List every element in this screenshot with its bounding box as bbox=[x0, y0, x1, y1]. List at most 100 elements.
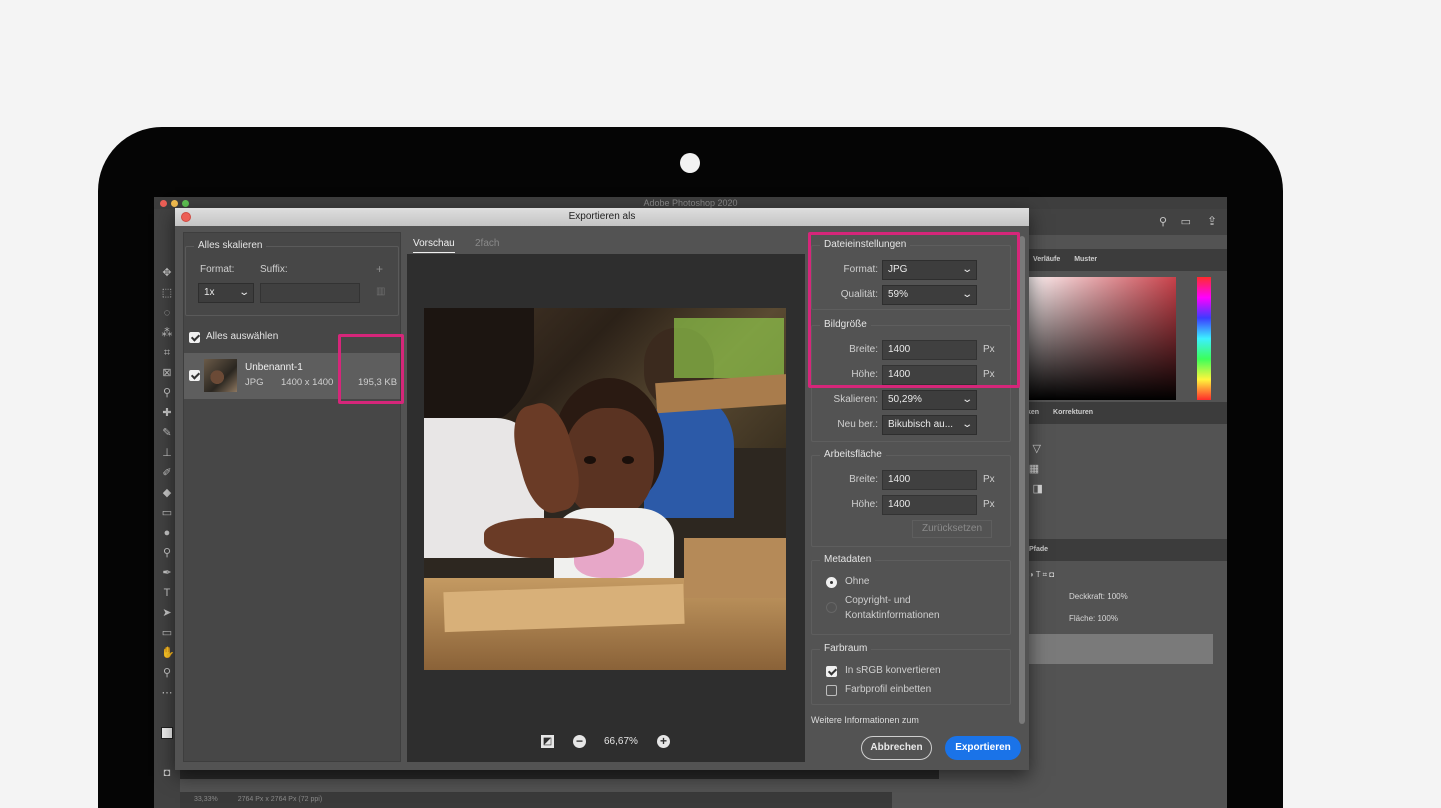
ps-zoom-dot[interactable] bbox=[182, 200, 189, 207]
image-size-legend: Bildgröße bbox=[820, 319, 871, 331]
ps-app-title: Adobe Photoshop 2020 bbox=[643, 198, 738, 208]
crop-tool-icon[interactable]: ⌗ bbox=[161, 347, 173, 359]
ps-minimize-dot[interactable] bbox=[171, 200, 178, 207]
ps-tab-paths[interactable]: Pfade bbox=[1029, 546, 1048, 553]
canvas-height-input[interactable]: 1400 bbox=[882, 495, 977, 515]
metadata-copyright-label-line2: Kontaktinformationen bbox=[845, 610, 940, 621]
metadata-none-radio[interactable] bbox=[826, 577, 837, 588]
pen-tool-icon[interactable]: ✒ bbox=[161, 567, 173, 579]
eraser-tool-icon[interactable]: ◆ bbox=[161, 487, 173, 499]
blur-tool-icon[interactable]: ● bbox=[161, 527, 173, 539]
ps-opacity-label: Deckkraft: bbox=[1069, 592, 1106, 601]
asset-dimensions: 1400 x 1400 bbox=[281, 377, 334, 388]
ps-share-icon[interactable]: ⇪ bbox=[1207, 214, 1217, 228]
stamp-tool-icon[interactable]: ⊥ bbox=[161, 447, 173, 459]
canvas-height-label: Höhe: bbox=[851, 499, 878, 510]
add-scale-icon[interactable]: + bbox=[376, 262, 383, 276]
ps-tab-adjustments[interactable]: Korrekturen bbox=[1053, 409, 1093, 416]
select-all-checkbox[interactable] bbox=[189, 332, 200, 343]
foreground-color-swatch[interactable] bbox=[161, 727, 173, 739]
dodge-tool-icon[interactable]: ⚲ bbox=[161, 547, 173, 559]
toggle-background-icon[interactable]: ◩ bbox=[541, 735, 554, 748]
quick-select-tool-icon[interactable]: ⁂ bbox=[161, 327, 173, 339]
quick-mask-icon[interactable]: ◘ bbox=[161, 767, 173, 779]
image-width-input[interactable]: 1400 bbox=[882, 340, 977, 360]
canvas-size-legend: Arbeitsfläche bbox=[820, 449, 886, 461]
export-dialog: Exportieren als Alles skalieren Format: … bbox=[175, 208, 1029, 770]
zoom-controls: ◩ − 66,67% + bbox=[407, 732, 805, 752]
shape-tool-icon[interactable]: ▭ bbox=[161, 627, 173, 639]
image-width-unit: Px bbox=[983, 344, 995, 355]
ps-opacity-value[interactable]: 100% bbox=[1107, 592, 1127, 601]
lasso-tool-icon[interactable]: ◌ bbox=[161, 307, 173, 319]
metadata-copyright-radio[interactable] bbox=[826, 602, 837, 613]
zoom-tool-icon[interactable]: ⚲ bbox=[161, 667, 173, 679]
suffix-input[interactable] bbox=[260, 283, 360, 303]
preview-image bbox=[424, 308, 786, 670]
dialog-titlebar: Exportieren als bbox=[175, 208, 1029, 226]
resample-select[interactable]: Bikubisch au... ⌄ bbox=[882, 415, 977, 435]
file-settings-legend: Dateieinstellungen bbox=[820, 239, 911, 251]
ps-search-icon[interactable]: ⚲ bbox=[1159, 215, 1167, 228]
ps-tab-patterns[interactable]: Muster bbox=[1074, 256, 1097, 263]
more-tools-icon[interactable]: ⋯ bbox=[161, 687, 173, 699]
canvas-width-input[interactable]: 1400 bbox=[882, 470, 977, 490]
hand-tool-icon[interactable]: ✋ bbox=[161, 647, 175, 659]
srgb-checkbox[interactable] bbox=[826, 666, 837, 677]
dialog-title: Exportieren als bbox=[568, 211, 636, 222]
zoom-level: 66,67% bbox=[604, 736, 638, 747]
image-height-input[interactable]: 1400 bbox=[882, 365, 977, 385]
healing-tool-icon[interactable]: ✚ bbox=[161, 407, 173, 419]
format-select[interactable]: JPG ⌄ bbox=[882, 260, 977, 280]
scale-select-value: 1x bbox=[204, 287, 215, 298]
chevron-down-icon: ⌄ bbox=[960, 419, 973, 430]
settings-scrollbar-thumb[interactable] bbox=[1019, 236, 1025, 724]
reset-button[interactable]: Zurücksetzen bbox=[912, 520, 992, 538]
move-tool-icon[interactable]: ✥ bbox=[161, 267, 173, 279]
ps-close-dot[interactable] bbox=[160, 200, 167, 207]
metadata-copyright-label-line1: Copyright- und bbox=[845, 595, 911, 606]
export-button[interactable]: Exportieren bbox=[945, 736, 1021, 760]
asset-format: JPG bbox=[245, 377, 264, 388]
ps-fill-row: Fläche: 100% bbox=[1019, 611, 1118, 627]
tab-preview[interactable]: Vorschau bbox=[413, 237, 455, 253]
ps-workspace-icon[interactable]: ▭ bbox=[1181, 215, 1191, 228]
zoom-in-icon[interactable]: + bbox=[657, 735, 670, 748]
embed-profile-checkbox[interactable] bbox=[826, 685, 837, 696]
settings-scrollbar[interactable] bbox=[1019, 236, 1025, 724]
brush-tool-icon[interactable]: ✎ bbox=[161, 427, 173, 439]
ps-opacity-row: Deckkraft: 100% bbox=[1019, 589, 1128, 605]
chevron-down-icon: ⌄ bbox=[960, 394, 973, 405]
gradient-tool-icon[interactable]: ▭ bbox=[161, 507, 173, 519]
canvas-width-label: Breite: bbox=[849, 474, 878, 485]
type-tool-icon[interactable]: T bbox=[161, 587, 173, 599]
ps-fill-label: Fläche: bbox=[1069, 614, 1096, 623]
path-select-tool-icon[interactable]: ➤ bbox=[161, 607, 173, 619]
asset-checkbox[interactable] bbox=[189, 370, 200, 381]
ps-hue-slider[interactable] bbox=[1197, 277, 1211, 400]
scale-select[interactable]: 1x ⌄ bbox=[198, 283, 254, 303]
ps-fill-value[interactable]: 100% bbox=[1097, 614, 1117, 623]
format-label: Format: bbox=[843, 264, 878, 275]
delete-scale-icon[interactable]: ▥ bbox=[376, 285, 385, 299]
ps-color-picker-field[interactable] bbox=[1019, 277, 1176, 400]
zoom-out-icon[interactable]: − bbox=[573, 735, 586, 748]
asset-item[interactable]: Unbenannt-1 JPG 1400 x 1400 195,3 KB bbox=[184, 353, 400, 399]
metadata-none-label: Ohne bbox=[845, 576, 870, 587]
frame-tool-icon[interactable]: ⊠ bbox=[161, 367, 173, 379]
cancel-button[interactable]: Abbrechen bbox=[861, 736, 932, 760]
tab-2x[interactable]: 2fach bbox=[475, 237, 499, 251]
chevron-down-icon: ⌄ bbox=[960, 289, 973, 300]
quality-select[interactable]: 59% ⌄ bbox=[882, 285, 977, 305]
preview-area: Vorschau 2fach ◩ − 66,67% + bbox=[407, 232, 805, 762]
eyedropper-tool-icon[interactable]: ⚲ bbox=[161, 387, 173, 399]
scale-percent-select[interactable]: 50,29% ⌄ bbox=[882, 390, 977, 410]
ps-tab-gradients[interactable]: Verläufe bbox=[1033, 256, 1060, 263]
image-height-unit: Px bbox=[983, 369, 995, 380]
marquee-tool-icon[interactable]: ⬚ bbox=[161, 287, 173, 299]
ps-layer-selected[interactable] bbox=[1019, 634, 1213, 664]
dialog-close-button[interactable] bbox=[181, 212, 191, 222]
more-info-link[interactable]: Weitere Informationen zum bbox=[811, 713, 919, 727]
history-brush-tool-icon[interactable]: ✐ bbox=[161, 467, 173, 479]
embed-profile-label: Farbprofil einbetten bbox=[845, 684, 932, 695]
